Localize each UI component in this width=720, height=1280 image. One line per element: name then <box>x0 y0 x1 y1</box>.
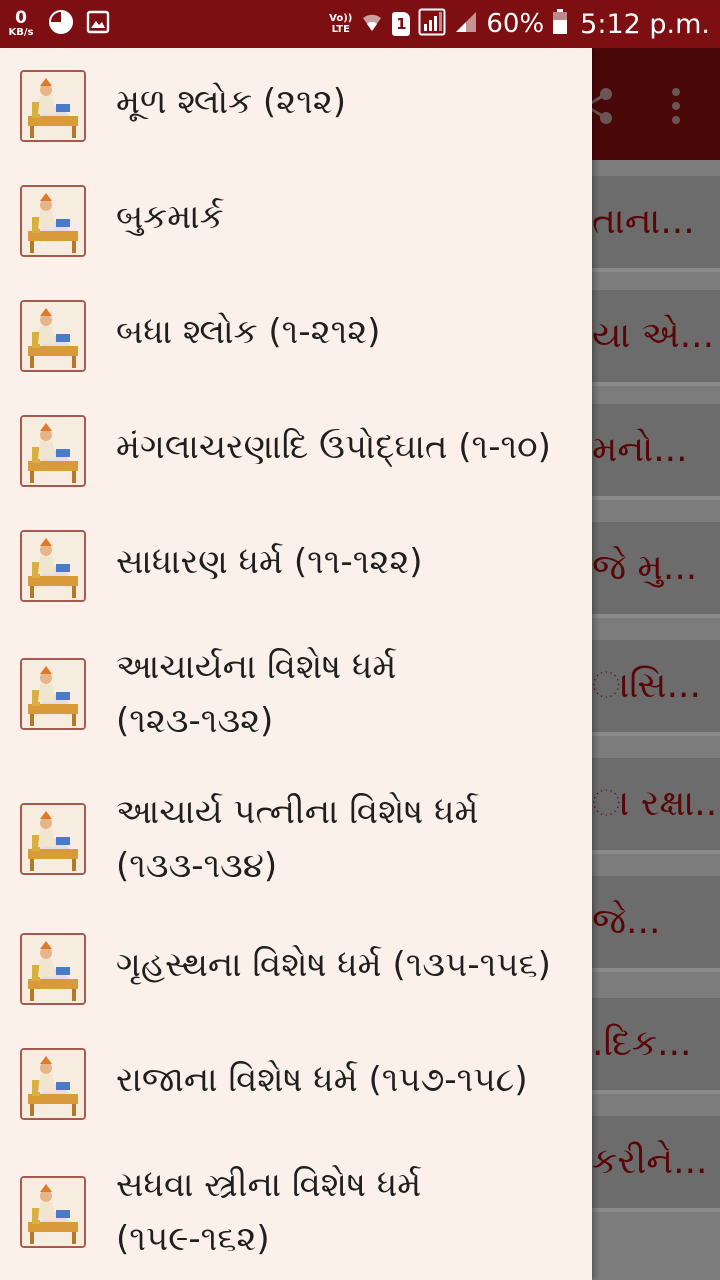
nav-item-label: બુકમાર્ક <box>116 197 224 237</box>
data-speed-indicator: 0 KB/s <box>6 10 36 38</box>
sim-indicator: 1 <box>392 12 411 36</box>
battery-percent: 60% <box>486 9 545 39</box>
battery-icon <box>552 9 568 39</box>
list-item-text: યા એ... <box>592 315 715 356</box>
nav-item-label: ગૃહસ્થના વિશેષ ધર્મ (૧૩૫-૧૫૬) <box>116 945 551 985</box>
list-item-text: મનો... <box>592 429 688 470</box>
nav-item-sadhva-stri-dharm[interactable]: સધવા સ્ત્રીના વિશેષ ધર્મ (૧૫૯-૧૬૨) <box>0 1158 592 1266</box>
nav-item-label: બધા શ્લોક (૧-૨૧૨) <box>116 312 381 352</box>
list-item-text: કરીને... <box>592 1141 708 1182</box>
nav-item-mangalacharan[interactable]: મંગલાચરણાદિ ઉપોદ્ઘાત (૧-૧૦) <box>0 413 592 487</box>
nav-item-mool-shlok[interactable]: મૂળ શ્લોક (૨૧૨) <box>0 68 592 142</box>
list-item-text: જે... <box>592 901 661 942</box>
status-bar: 0 KB/s Vo)) LTE 1 60% 5:12 p.m. <box>0 0 720 48</box>
swami-thumbnail-icon <box>20 70 86 142</box>
list-item-text: તાના... <box>592 201 695 242</box>
nav-item-label: રાજાના વિશેષ ધર્મ (૧૫૭-૧૫૮) <box>116 1060 528 1100</box>
nav-item-label: સધવા સ્ત્રીના વિશેષ ધર્મ (૧૫૯-૧૬૨) <box>116 1165 422 1259</box>
sync-pie-icon <box>48 9 74 39</box>
swami-thumbnail-icon <box>20 803 86 875</box>
nav-item-label: સાધારણ ધર્મ (૧૧-૧૨૨) <box>116 542 423 582</box>
nav-item-label: આચાર્ય પત્નીના વિશેષ ધર્મ (૧૩૩-૧૩૪) <box>116 792 479 886</box>
clock: 5:12 p.m. <box>580 8 710 40</box>
lte-label: LTE <box>331 24 350 35</box>
swami-thumbnail-icon <box>20 185 86 257</box>
nav-item-all-shlok[interactable]: બધા શ્લોક (૧-૨૧૨) <box>0 298 592 372</box>
list-item-text: ાસિ... <box>592 665 701 706</box>
swami-thumbnail-icon <box>20 658 86 730</box>
swami-thumbnail-icon <box>20 1048 86 1120</box>
nav-item-label: મૂળ શ્લોક (૨૧૨) <box>116 82 347 122</box>
data-speed-unit: KB/s <box>8 27 34 38</box>
swami-thumbnail-icon <box>20 530 86 602</box>
volte-indicator: Vo)) LTE <box>329 13 352 35</box>
swami-thumbnail-icon <box>20 933 86 1005</box>
swami-thumbnail-icon <box>20 415 86 487</box>
signal-strength-icon <box>418 8 446 40</box>
nav-item-acharya-patni-dharm[interactable]: આચાર્ય પત્નીના વિશેષ ધર્મ (૧૩૩-૧૩૪) <box>0 785 592 893</box>
more-options-icon[interactable] <box>668 86 684 126</box>
nav-item-gruhastha-dharm[interactable]: ગૃહસ્થના વિશેષ ધર્મ (૧૩૫-૧૫૬) <box>0 931 592 1005</box>
nav-item-raja-dharm[interactable]: રાજાના વિશેષ ધર્મ (૧૫૭-૧૫૮) <box>0 1046 592 1120</box>
gallery-icon <box>86 10 110 38</box>
swami-thumbnail-icon <box>20 1176 86 1248</box>
nav-item-bookmark[interactable]: બુકમાર્ક <box>0 183 592 257</box>
nav-item-acharya-dharm[interactable]: આચાર્યના વિશેષ ધર્મ (૧૨૩-૧૩૨) <box>0 640 592 748</box>
nav-item-sadharan-dharm[interactable]: સાધારણ ધર્મ (૧૧-૧૨૨) <box>0 528 592 602</box>
swami-thumbnail-icon <box>20 300 86 372</box>
nav-item-label: આચાર્યના વિશેષ ધર્મ (૧૨૩-૧૩૨) <box>116 647 397 741</box>
list-item-text: ા રક્ષા... <box>592 783 720 824</box>
signal-strength-secondary-icon <box>454 10 478 38</box>
list-item-text: જે મુ... <box>592 547 698 588</box>
navigation-drawer: મૂળ શ્લોક (૨૧૨) બુકમાર્ક બધા શ્લોક (૧-૨૧… <box>0 48 592 1280</box>
list-item-text: .દિક... <box>592 1023 692 1064</box>
wifi-icon <box>360 10 384 38</box>
volte-label: Vo)) <box>329 13 353 24</box>
data-speed-value: 0 <box>15 8 27 28</box>
nav-item-label: મંગલાચરણાદિ ઉપોદ્ઘાત (૧-૧૦) <box>116 427 551 467</box>
